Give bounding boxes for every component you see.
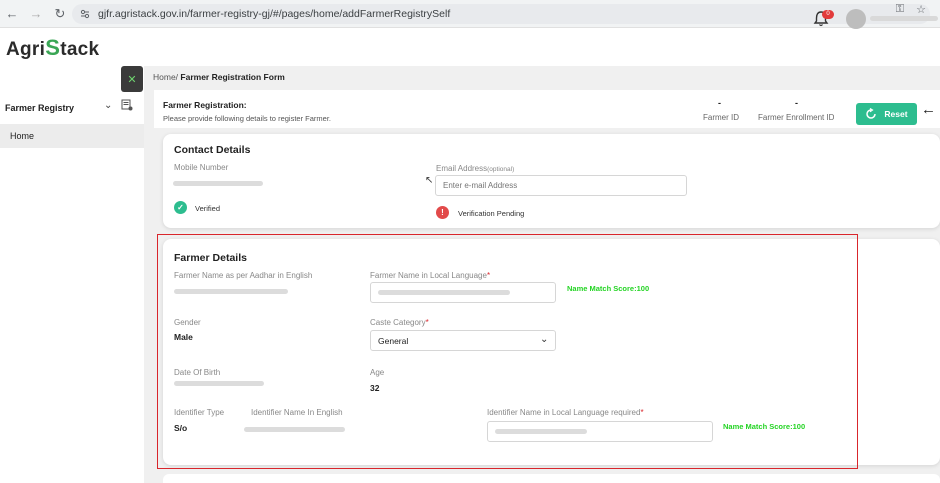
user-name-redacted <box>870 16 938 21</box>
address-bar[interactable]: gjfr.agristack.gov.in/farmer-registry-gj… <box>72 4 930 24</box>
password-key-icon[interactable]: ⚿ <box>896 3 904 16</box>
contact-details-title: Contact Details <box>174 144 251 156</box>
farmer-id-label: Farmer ID <box>703 113 739 122</box>
reload-icon[interactable]: ↻ <box>48 0 72 28</box>
enrollment-id-value: - <box>795 98 798 108</box>
breadcrumb: Home/ Farmer Registration Form <box>153 72 285 82</box>
sidebar-item-home[interactable]: Home <box>0 124 144 148</box>
mobile-status: Verified <box>195 204 221 213</box>
mobile-label: Mobile Number <box>174 163 229 172</box>
enrollment-id-label: Farmer Enrollment ID <box>758 113 835 122</box>
page-title: Farmer Registration: <box>163 100 247 110</box>
chevron-down-icon[interactable]: ⌄ <box>104 100 112 111</box>
pending-alert-icon: ! <box>436 206 449 219</box>
avatar[interactable] <box>846 9 866 29</box>
back-icon[interactable]: ← <box>0 0 24 28</box>
email-label: Email Address(optional) <box>436 164 515 173</box>
next-card-edge <box>163 474 940 483</box>
verified-check-icon: ✓ <box>174 201 187 214</box>
back-arrow-icon[interactable]: ← <box>921 101 936 118</box>
app-header: AgriStack <box>0 28 940 66</box>
refresh-icon <box>866 108 877 119</box>
notification-badge: 0 <box>822 10 834 19</box>
url-text: gjfr.agristack.gov.in/farmer-registry-gj… <box>98 8 451 20</box>
farmer-id-value: - <box>718 98 721 108</box>
forward-icon[interactable]: → <box>24 0 48 28</box>
highlight-box <box>157 234 858 469</box>
breadcrumb-current: Farmer Registration Form <box>180 72 285 82</box>
list-settings-icon[interactable] <box>121 99 133 111</box>
email-input[interactable] <box>435 175 687 196</box>
bookmark-star-icon[interactable]: ☆ <box>916 3 926 16</box>
reset-button[interactable]: Reset <box>856 103 917 125</box>
page-subtitle: Please provide following details to regi… <box>163 114 331 123</box>
email-status: Verification Pending <box>458 209 525 218</box>
mouse-cursor-icon: ↖ <box>425 175 434 186</box>
breadcrumb-home[interactable]: Home/ <box>153 72 178 82</box>
sidebar-close-icon[interactable]: ✕ <box>121 66 143 92</box>
mobile-value-redacted <box>173 181 263 186</box>
agristack-logo[interactable]: AgriStack <box>6 35 99 61</box>
site-info-icon[interactable] <box>80 9 90 19</box>
